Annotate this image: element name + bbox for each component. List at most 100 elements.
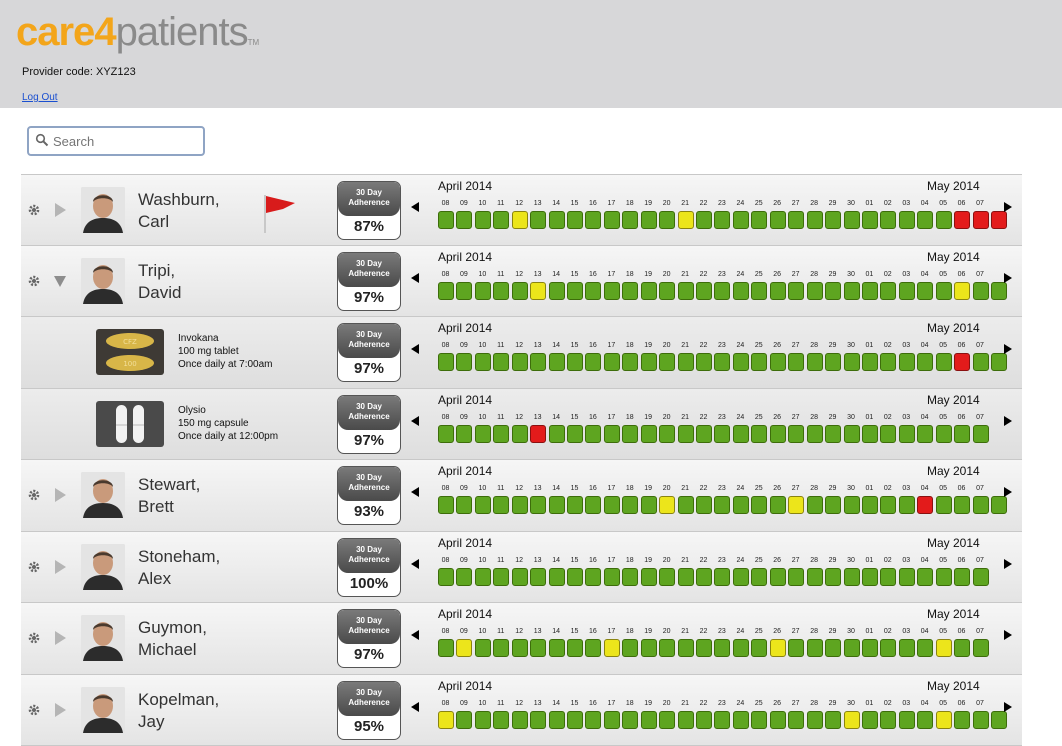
adherence-day-cell[interactable] <box>770 353 786 371</box>
adherence-day-cell[interactable] <box>733 425 749 443</box>
adherence-day-cell[interactable] <box>622 211 638 229</box>
adherence-day-cell[interactable] <box>751 496 767 514</box>
timeline-next-icon[interactable] <box>1004 487 1012 497</box>
adherence-day-cell[interactable] <box>678 211 694 229</box>
adherence-day-cell[interactable] <box>954 425 970 443</box>
adherence-day-cell[interactable] <box>991 496 1007 514</box>
patient-row[interactable]: Guymon,Michael30 DayAdherence97%April 20… <box>21 603 1022 675</box>
adherence-day-cell[interactable] <box>770 282 786 300</box>
adherence-day-cell[interactable] <box>751 425 767 443</box>
adherence-day-cell[interactable] <box>604 353 620 371</box>
adherence-day-cell[interactable] <box>659 211 675 229</box>
adherence-day-cell[interactable] <box>991 711 1007 729</box>
adherence-day-cell[interactable] <box>696 211 712 229</box>
adherence-day-cell[interactable] <box>530 211 546 229</box>
adherence-day-cell[interactable] <box>641 639 657 657</box>
adherence-day-cell[interactable] <box>678 425 694 443</box>
adherence-day-cell[interactable] <box>493 639 509 657</box>
adherence-day-cell[interactable] <box>844 211 860 229</box>
adherence-day-cell[interactable] <box>549 282 565 300</box>
adherence-day-cell[interactable] <box>475 425 491 443</box>
adherence-day-cell[interactable] <box>641 282 657 300</box>
adherence-day-cell[interactable] <box>549 639 565 657</box>
adherence-day-cell[interactable] <box>880 639 896 657</box>
adherence-day-cell[interactable] <box>844 639 860 657</box>
adherence-day-cell[interactable] <box>604 711 620 729</box>
adherence-day-cell[interactable] <box>973 425 989 443</box>
adherence-day-cell[interactable] <box>917 353 933 371</box>
adherence-day-cell[interactable] <box>475 496 491 514</box>
adherence-day-cell[interactable] <box>604 211 620 229</box>
adherence-day-cell[interactable] <box>585 711 601 729</box>
adherence-day-cell[interactable] <box>844 425 860 443</box>
adherence-day-cell[interactable] <box>936 639 952 657</box>
timeline-prev-icon[interactable] <box>411 630 419 640</box>
adherence-day-cell[interactable] <box>899 711 915 729</box>
adherence-day-cell[interactable] <box>917 425 933 443</box>
gear-icon[interactable] <box>27 560 41 574</box>
adherence-day-cell[interactable] <box>936 211 952 229</box>
adherence-day-cell[interactable] <box>530 496 546 514</box>
adherence-day-cell[interactable] <box>770 425 786 443</box>
adherence-day-cell[interactable] <box>512 568 528 586</box>
adherence-day-cell[interactable] <box>880 211 896 229</box>
adherence-day-cell[interactable] <box>917 711 933 729</box>
adherence-day-cell[interactable] <box>733 353 749 371</box>
patient-name[interactable]: Guymon,Michael <box>138 617 207 661</box>
adherence-day-cell[interactable] <box>862 496 878 514</box>
adherence-day-cell[interactable] <box>549 496 565 514</box>
patient-name[interactable]: Stewart,Brett <box>138 474 200 518</box>
adherence-day-cell[interactable] <box>807 711 823 729</box>
adherence-day-cell[interactable] <box>807 211 823 229</box>
adherence-day-cell[interactable] <box>475 639 491 657</box>
adherence-day-cell[interactable] <box>659 496 675 514</box>
adherence-day-cell[interactable] <box>770 496 786 514</box>
adherence-day-cell[interactable] <box>733 496 749 514</box>
adherence-day-cell[interactable] <box>456 211 472 229</box>
adherence-day-cell[interactable] <box>696 568 712 586</box>
adherence-day-cell[interactable] <box>696 282 712 300</box>
adherence-day-cell[interactable] <box>530 568 546 586</box>
adherence-day-cell[interactable] <box>530 282 546 300</box>
patient-row[interactable]: Stoneham,Alex30 DayAdherence100%April 20… <box>21 532 1022 604</box>
adherence-day-cell[interactable] <box>954 211 970 229</box>
adherence-day-cell[interactable] <box>788 496 804 514</box>
adherence-day-cell[interactable] <box>567 211 583 229</box>
flag-icon[interactable] <box>261 191 301 235</box>
adherence-day-cell[interactable] <box>567 496 583 514</box>
adherence-day-cell[interactable] <box>807 425 823 443</box>
adherence-day-cell[interactable] <box>714 353 730 371</box>
adherence-day-cell[interactable] <box>475 211 491 229</box>
adherence-day-cell[interactable] <box>991 282 1007 300</box>
adherence-day-cell[interactable] <box>567 353 583 371</box>
timeline-prev-icon[interactable] <box>411 487 419 497</box>
adherence-day-cell[interactable] <box>659 711 675 729</box>
patient-row[interactable]: Stewart,Brett30 DayAdherence93%April 201… <box>21 460 1022 532</box>
adherence-day-cell[interactable] <box>678 568 694 586</box>
adherence-day-cell[interactable] <box>825 496 841 514</box>
adherence-day-cell[interactable] <box>936 282 952 300</box>
adherence-day-cell[interactable] <box>696 496 712 514</box>
adherence-day-cell[interactable] <box>622 711 638 729</box>
adherence-day-cell[interactable] <box>438 496 454 514</box>
logout-link[interactable]: Log Out <box>22 92 58 103</box>
adherence-day-cell[interactable] <box>641 496 657 514</box>
adherence-day-cell[interactable] <box>549 711 565 729</box>
adherence-day-cell[interactable] <box>585 568 601 586</box>
adherence-day-cell[interactable] <box>862 282 878 300</box>
adherence-day-cell[interactable] <box>456 639 472 657</box>
adherence-day-cell[interactable] <box>622 425 638 443</box>
adherence-day-cell[interactable] <box>825 711 841 729</box>
medication-row[interactable]: CFZ100Invokana100 mg tabletOnce daily at… <box>21 317 1022 389</box>
adherence-day-cell[interactable] <box>917 211 933 229</box>
adherence-day-cell[interactable] <box>438 282 454 300</box>
adherence-day-cell[interactable] <box>733 211 749 229</box>
adherence-day-cell[interactable] <box>530 639 546 657</box>
adherence-day-cell[interactable] <box>659 425 675 443</box>
adherence-day-cell[interactable] <box>825 425 841 443</box>
adherence-day-cell[interactable] <box>622 496 638 514</box>
adherence-day-cell[interactable] <box>788 639 804 657</box>
adherence-day-cell[interactable] <box>696 711 712 729</box>
adherence-day-cell[interactable] <box>899 496 915 514</box>
adherence-day-cell[interactable] <box>641 425 657 443</box>
